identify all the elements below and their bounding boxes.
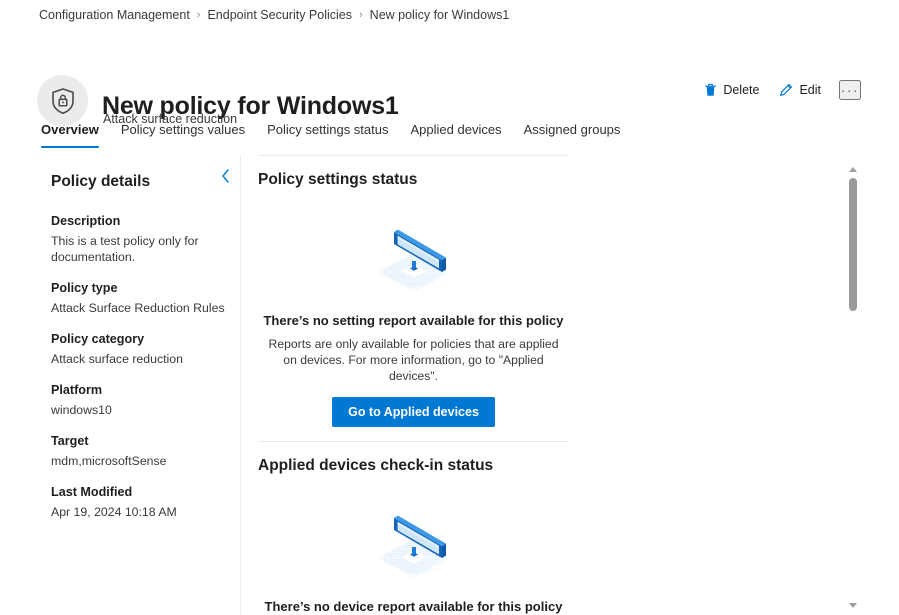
breadcrumb-item-current-policy[interactable]: New policy for Windows1 (370, 8, 510, 22)
policy-overview-page: Configuration Management › Endpoint Secu… (0, 0, 899, 615)
policy-settings-status-empty-title: There’s no setting report available for … (263, 313, 564, 328)
monitor-illustration (354, 214, 474, 298)
tab-policy-settings-values[interactable]: Policy settings values (110, 121, 256, 148)
policy-settings-status-title: Policy settings status (258, 171, 418, 188)
tab-applied-devices[interactable]: Applied devices (400, 121, 513, 148)
breadcrumb-item-configuration-management[interactable]: Configuration Management (39, 8, 190, 22)
page-header: New policy for Windows1 Attack surface r… (0, 33, 899, 126)
detail-policy-type-label: Policy type (51, 281, 118, 295)
breadcrumb-separator-icon: › (196, 8, 201, 21)
monitor-illustration (354, 500, 474, 584)
vertical-scrollbar[interactable] (845, 155, 861, 615)
detail-description: Description This is a test policy only f… (51, 213, 226, 265)
scrollbar-thumb[interactable] (849, 178, 857, 311)
detail-platform-label: Platform (51, 383, 103, 397)
detail-policy-type-value: Attack Surface Reduction Rules (51, 301, 225, 315)
scroll-up-arrow-icon[interactable] (845, 161, 861, 177)
detail-last-modified: Last Modified Apr 19, 2024 10:18 AM (51, 484, 226, 520)
tab-policy-settings-status[interactable]: Policy settings status (256, 121, 399, 148)
applied-devices-checkin-status-title: Applied devices check-in status (258, 457, 494, 474)
policy-settings-status-section: Policy settings status There’s no settin… (258, 156, 588, 427)
shield-lock-icon (37, 75, 88, 126)
edit-button[interactable]: Edit (773, 81, 827, 99)
detail-target-label: Target (51, 434, 89, 448)
tab-applied-devices-label: Applied devices (410, 122, 502, 137)
go-to-applied-devices-button[interactable]: Go to Applied devices (332, 397, 495, 427)
breadcrumb-separator-icon: › (359, 8, 363, 21)
policy-details-pane: Policy details Description This is a tes… (0, 155, 240, 615)
detail-policy-category-label: Policy category (51, 332, 145, 346)
scroll-down-arrow-icon[interactable] (845, 597, 861, 613)
detail-policy-type: Policy type Attack Surface Reduction Rul… (51, 280, 226, 316)
tab-bar: Overview Policy settings values Policy s… (41, 121, 631, 151)
detail-platform-value: windows10 (51, 403, 112, 417)
detail-last-modified-value: Apr 19, 2024 10:18 AM (51, 505, 177, 519)
breadcrumb: Configuration Management › Endpoint Secu… (39, 6, 509, 24)
detail-description-value: This is a test policy only for documenta… (51, 234, 199, 264)
policy-settings-status-empty-desc: Reports are only available for policies … (268, 337, 559, 383)
detail-last-modified-label: Last Modified (51, 485, 133, 499)
pencil-icon (779, 83, 793, 97)
content-body: Policy details Description This is a tes… (0, 155, 899, 615)
status-content-pane: Policy settings status There’s no settin… (241, 155, 899, 615)
tab-overview-label: Overview (41, 122, 99, 137)
command-bar: Delete Edit ··· (698, 80, 861, 100)
applied-devices-empty-title: There’s no device report available for t… (264, 599, 563, 614)
applied-devices-checkin-status-section: Applied devices check-in status There’s … (258, 442, 588, 615)
detail-target-value: mdm,microsoftSense (51, 454, 167, 468)
delete-button-label: Delete (723, 83, 760, 97)
tab-policy-settings-status-label: Policy settings status (267, 122, 389, 137)
tab-policy-settings-values-label: Policy settings values (120, 122, 246, 137)
policy-details-list: Description This is a test policy only f… (51, 213, 226, 535)
more-options-button[interactable]: ··· (839, 80, 861, 100)
policy-details-title: Policy details (51, 173, 151, 190)
trash-icon (704, 83, 717, 97)
detail-target: Target mdm,microsoftSense (51, 433, 226, 469)
detail-platform: Platform windows10 (51, 382, 226, 418)
applied-devices-empty-state: There’s no device report available for t… (258, 478, 569, 615)
policy-settings-status-empty-state: There’s no setting report available for … (258, 192, 569, 427)
tab-assigned-groups[interactable]: Assigned groups (513, 121, 632, 148)
edit-button-label: Edit (799, 83, 821, 97)
tab-assigned-groups-label: Assigned groups (523, 122, 621, 137)
detail-description-label: Description (51, 214, 121, 228)
tab-overview[interactable]: Overview (41, 121, 110, 148)
detail-policy-category: Policy category Attack surface reduction (51, 331, 226, 367)
chevron-left-icon[interactable] (216, 167, 234, 185)
detail-policy-category-value: Attack surface reduction (51, 352, 183, 366)
delete-button[interactable]: Delete (698, 81, 765, 99)
breadcrumb-item-endpoint-security-policies[interactable]: Endpoint Security Policies (207, 8, 352, 22)
